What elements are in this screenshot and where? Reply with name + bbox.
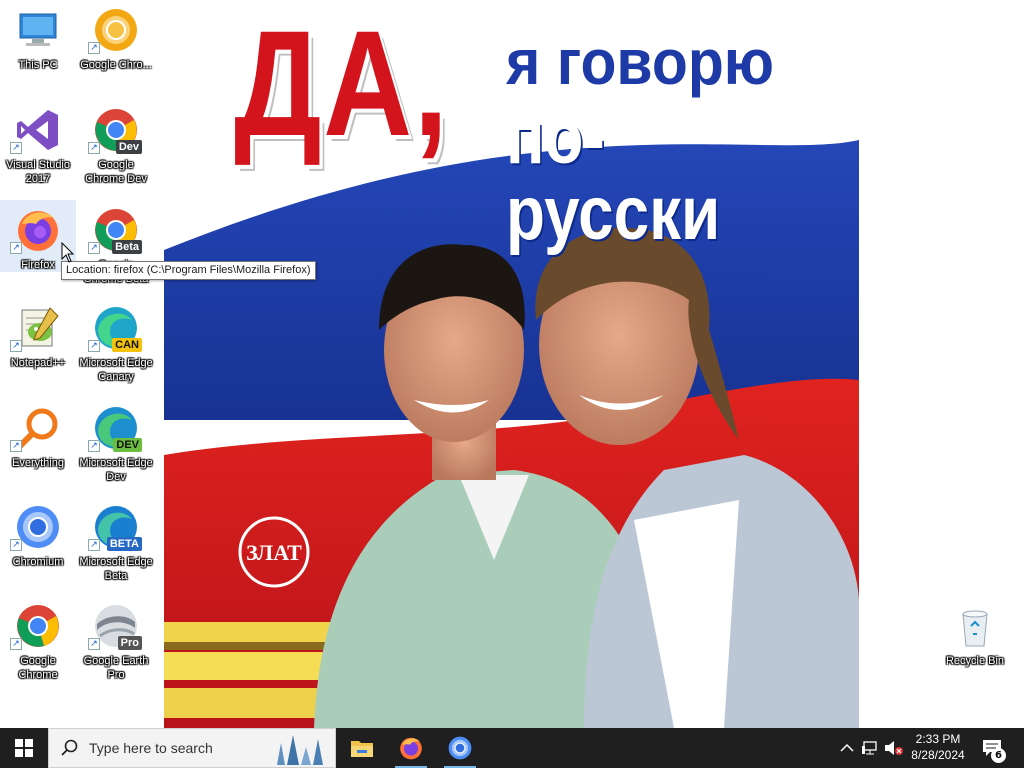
taskbar-file-explorer[interactable] (338, 728, 386, 768)
can-badge: CAN (112, 338, 142, 352)
folder-icon (351, 741, 373, 757)
chevron-up-icon (840, 743, 854, 752)
recycle-bin-icon (951, 602, 999, 650)
computer-icon (14, 6, 62, 54)
location-tooltip: Location: firefox (C:\Program Files\Mozi… (61, 261, 316, 280)
shortcut-arrow-icon: ↗ (10, 142, 22, 154)
taskbar-search-box[interactable]: Type here to search (48, 728, 336, 768)
network-tray-icon[interactable] (861, 738, 881, 758)
wallpaper-title-line2: я говорю (506, 26, 775, 98)
notification-count-badge: 6 (991, 748, 1006, 763)
shortcut-arrow-icon: ↗ (88, 42, 100, 54)
search-highlight-image (277, 735, 323, 765)
desktop-icon-google-chrome[interactable]: ↗ Google Chrome (0, 596, 76, 692)
taskbar-firefox[interactable] (387, 728, 435, 768)
desktop-icon-google-chrome-canary[interactable]: ↗ Google Chro... (78, 0, 154, 96)
desktop-icon-notepad-plus[interactable]: ↗ Notepad++ (0, 298, 76, 394)
desktop-icon-label: Recycle Bin (945, 655, 1005, 667)
shortcut-arrow-icon: ↗ (88, 142, 100, 154)
start-button[interactable] (0, 728, 48, 768)
desktop-icon-visual-studio[interactable]: ↗ Visual Studio 2017 (0, 100, 76, 196)
wallpaper-image: ЗЛАТ ДА, я говорю по-русски (164, 0, 859, 728)
desktop-icon-label: Google Earth Pro (83, 655, 149, 681)
desktop-icon-chromium[interactable]: ↗ Chromium (0, 497, 76, 593)
taskbar-chromium[interactable] (436, 728, 484, 768)
desktop-icon-label: Notepad++ (10, 357, 66, 369)
beta-badge: BETA (106, 537, 142, 551)
desktop-icon-label: Microsoft Edge Canary (79, 357, 153, 383)
desktop-icon-label: Microsoft Edge Beta (79, 556, 153, 582)
dev-badge: Dev (115, 140, 142, 154)
desktop-icon-recycle-bin[interactable]: Recycle Bin (937, 596, 1013, 692)
shortcut-arrow-icon: ↗ (10, 440, 22, 452)
svg-text:ЗЛАТ: ЗЛАТ (246, 540, 302, 565)
desktop-icon-label: Visual Studio 2017 (5, 159, 70, 185)
desktop-icon-edge-beta[interactable]: BETA ↗ Microsoft Edge Beta (78, 497, 154, 593)
shortcut-arrow-icon: ↗ (88, 440, 100, 452)
shortcut-arrow-icon: ↗ (88, 242, 100, 254)
wallpaper-title-da: ДА, (234, 0, 450, 167)
show-hidden-icons-button[interactable] (837, 738, 857, 758)
shortcut-arrow-icon: ↗ (88, 340, 100, 352)
desktop-icon-google-earth-pro[interactable]: Pro ↗ Google Earth Pro (78, 596, 154, 692)
shortcut-arrow-icon: ↗ (10, 340, 22, 352)
taskbar: Type here to search 2:33 PM 8/28/2024 6 (0, 728, 1024, 768)
desktop-icon-chrome-dev[interactable]: Dev ↗ Google Chrome Dev (78, 100, 154, 196)
chromium-icon (448, 736, 472, 760)
shortcut-arrow-icon: ↗ (10, 539, 22, 551)
network-icon (862, 741, 877, 755)
desktop-icon-edge-canary[interactable]: CAN ↗ Microsoft Edge Canary (78, 298, 154, 394)
wallpaper-title-line3: по-русски (506, 95, 721, 256)
shortcut-arrow-icon: ↗ (88, 638, 100, 650)
desktop-icon-label: Microsoft Edge Dev (79, 457, 153, 483)
firefox-icon (400, 737, 422, 760)
taskbar-clock[interactable]: 2:33 PM 8/28/2024 (900, 731, 976, 763)
desktop-icon-label: Chromium (12, 556, 64, 568)
beta-badge: Beta (112, 240, 142, 254)
shortcut-arrow-icon: ↗ (88, 539, 100, 551)
search-icon (61, 739, 78, 756)
dev-badge: DEV (113, 438, 142, 452)
windows-logo-icon (15, 739, 33, 757)
desktop-icon-this-pc[interactable]: This PC (0, 0, 76, 96)
pro-badge: Pro (117, 636, 142, 650)
desktop: ЗЛАТ ДА, я говорю по-русски This PC ↗ Vi… (0, 0, 1024, 728)
desktop-icon-label: Everything (12, 457, 64, 469)
desktop-icon-everything[interactable]: ↗ Everything (0, 398, 76, 494)
desktop-icon-label: Google Chrome (18, 655, 58, 681)
desktop-icon-label: Google Chro... (80, 59, 152, 71)
desktop-icon-chrome-beta[interactable]: Beta ↗ Google Chrome Beta (78, 200, 154, 296)
mouse-cursor-icon (61, 242, 75, 263)
shortcut-arrow-icon: ↗ (10, 638, 22, 650)
clock-time: 2:33 PM (915, 732, 961, 746)
search-placeholder: Type here to search (89, 740, 213, 756)
desktop-icon-label: Google Chrome Dev (85, 159, 147, 185)
shortcut-arrow-icon: ↗ (10, 242, 22, 254)
desktop-icon-edge-dev[interactable]: DEV ↗ Microsoft Edge Dev (78, 398, 154, 494)
clock-date: 8/28/2024 (911, 748, 965, 762)
desktop-icon-label: This PC (18, 59, 58, 71)
